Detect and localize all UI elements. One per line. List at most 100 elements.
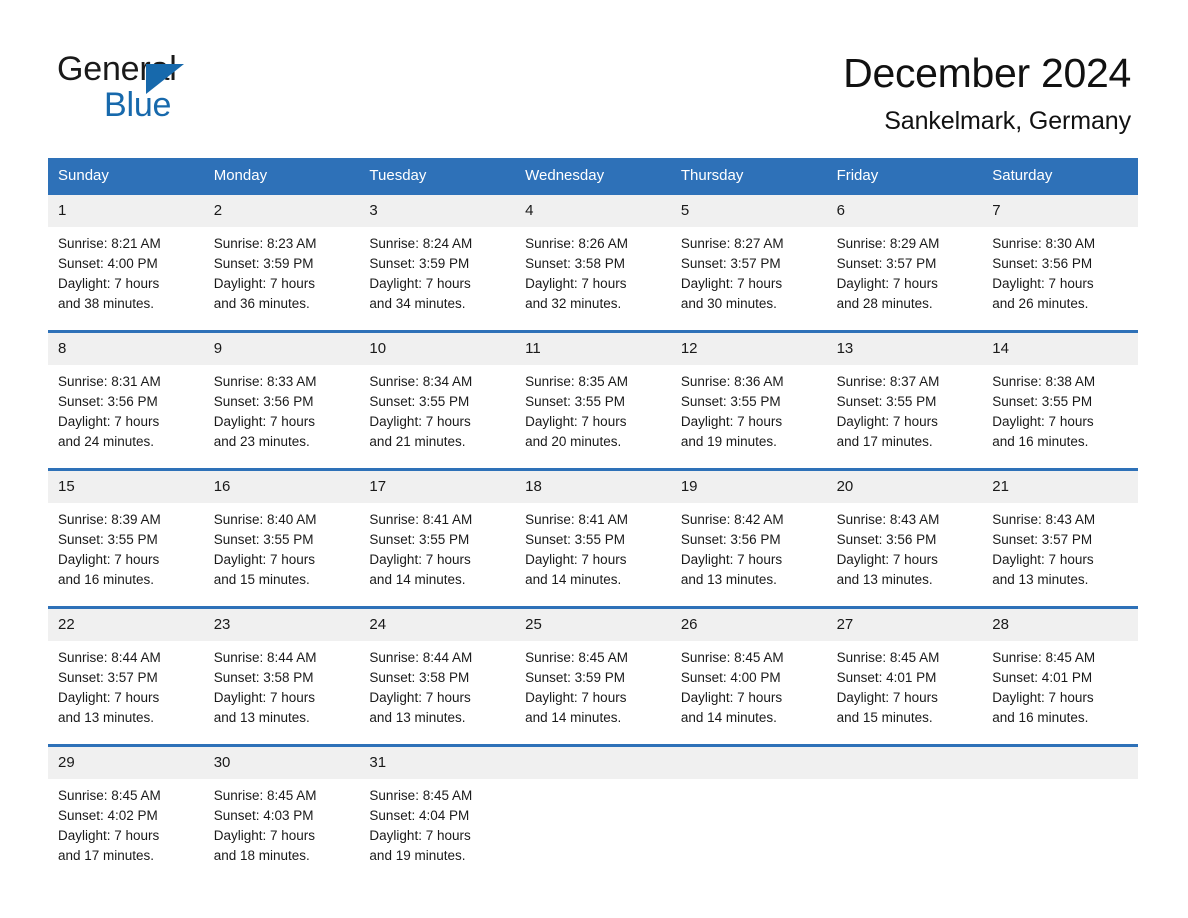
daylight-text-line1: Daylight: 7 hours bbox=[680, 690, 783, 705]
day-cell[interactable]: 18 Sunrise: 8:41 AM Sunset: 3:55 PM Dayligh… bbox=[515, 471, 671, 606]
day-cell[interactable]: 25 Sunrise: 8:45 AM Sunset: 3:59 PM Dayligh… bbox=[515, 609, 671, 744]
weekday-sunday: Sunday bbox=[58, 167, 109, 184]
daylight-text-line2: and 14 minutes. bbox=[525, 710, 622, 725]
day-info: Sunrise: 8:23 AM Sunset: 3:59 PM Daylight:… bbox=[204, 227, 360, 314]
day-info: Sunrise: 8:45 AM Sunset: 4:04 PM Daylight:… bbox=[359, 779, 515, 866]
day-number: 28 bbox=[982, 609, 1138, 641]
day-cell[interactable]: 4 Sunrise: 8:26 AM Sunset: 3:58 PM Daylight… bbox=[515, 195, 671, 330]
sunset-text: Sunset: 3:55 PM bbox=[213, 532, 314, 547]
day-cell[interactable]: 27 Sunrise: 8:45 AM Sunset: 4:01 PM Dayligh… bbox=[826, 609, 983, 744]
day-number: 23 bbox=[203, 609, 360, 641]
day-cell[interactable]: 29 Sunrise: 8:45 AM Sunset: 4:02 PM Dayligh… bbox=[48, 747, 204, 882]
daylight-text-line1: Daylight: 7 hours bbox=[58, 414, 160, 429]
daylight-text-line1: Daylight: 7 hours bbox=[836, 552, 938, 567]
day-cell[interactable]: 6 Sunrise: 8:29 AM Sunset: 3:57 PM Daylight… bbox=[826, 195, 983, 330]
day-info: Sunrise: 8:40 AM Sunset: 3:55 PM Daylight:… bbox=[204, 503, 360, 590]
day-number: 2 bbox=[203, 195, 360, 227]
sunset-text: Sunset: 3:59 PM bbox=[213, 256, 314, 271]
day-info: Sunrise: 8:37 AM Sunset: 3:55 PM Daylight:… bbox=[827, 365, 983, 452]
day-number: 20 bbox=[826, 471, 983, 503]
day-number: 3 bbox=[359, 195, 516, 227]
daylight-text-line2: and 20 minutes. bbox=[525, 434, 622, 449]
daylight-text-line2: and 13 minutes. bbox=[58, 710, 155, 725]
day-info: Sunrise: 8:45 AM Sunset: 4:01 PM Daylight:… bbox=[982, 641, 1138, 728]
sunrise-text: Sunrise: 8:38 AM bbox=[992, 374, 1096, 389]
day-cell-empty bbox=[515, 747, 671, 882]
sunrise-text: Sunrise: 8:39 AM bbox=[58, 512, 161, 527]
daylight-text-line1: Daylight: 7 hours bbox=[369, 552, 471, 567]
daylight-text-line1: Daylight: 7 hours bbox=[680, 276, 783, 291]
sunrise-text: Sunrise: 8:31 AM bbox=[58, 374, 161, 389]
day-cell[interactable]: 16 Sunrise: 8:40 AM Sunset: 3:55 PM Dayligh… bbox=[203, 471, 360, 606]
day-info: Sunrise: 8:42 AM Sunset: 3:56 PM Daylight:… bbox=[671, 503, 827, 590]
day-cell[interactable]: 9 Sunrise: 8:33 AM Sunset: 3:56 PM Daylight… bbox=[203, 333, 360, 468]
daylight-text-line1: Daylight: 7 hours bbox=[680, 552, 783, 567]
day-cell[interactable]: 7 Sunrise: 8:30 AM Sunset: 3:56 PM Daylight… bbox=[982, 195, 1138, 330]
sunrise-text: Sunrise: 8:44 AM bbox=[369, 650, 473, 665]
day-cell[interactable]: 23 Sunrise: 8:44 AM Sunset: 3:58 PM Dayligh… bbox=[203, 609, 360, 744]
day-cell[interactable]: 5 Sunrise: 8:27 AM Sunset: 3:57 PM Daylight… bbox=[670, 195, 827, 330]
daylight-text-line1: Daylight: 7 hours bbox=[369, 276, 471, 291]
day-cell[interactable]: 3 Sunrise: 8:24 AM Sunset: 3:59 PM Daylight… bbox=[359, 195, 516, 330]
sunrise-text: Sunrise: 8:27 AM bbox=[680, 236, 784, 251]
day-number: 5 bbox=[670, 195, 827, 227]
daylight-text-line2: and 34 minutes. bbox=[369, 296, 466, 311]
sunrise-text: Sunrise: 8:41 AM bbox=[525, 512, 628, 527]
day-cell[interactable]: 10 Sunrise: 8:34 AM Sunset: 3:55 PM Dayligh… bbox=[359, 333, 516, 468]
sunrise-text: Sunrise: 8:45 AM bbox=[680, 650, 784, 665]
day-cell[interactable]: 15 Sunrise: 8:39 AM Sunset: 3:55 PM Dayligh… bbox=[48, 471, 204, 606]
day-cell[interactable]: 26 Sunrise: 8:45 AM Sunset: 4:00 PM Dayligh… bbox=[670, 609, 827, 744]
day-info: Sunrise: 8:30 AM Sunset: 3:56 PM Daylight:… bbox=[982, 227, 1138, 314]
sunrise-text: Sunrise: 8:29 AM bbox=[836, 236, 940, 251]
daylight-text-line2: and 19 minutes. bbox=[369, 848, 466, 863]
day-number: 10 bbox=[359, 333, 516, 365]
day-cell[interactable]: 31 Sunrise: 8:45 AM Sunset: 4:04 PM Dayligh… bbox=[359, 747, 516, 882]
day-info: Sunrise: 8:41 AM Sunset: 3:55 PM Daylight:… bbox=[359, 503, 515, 590]
day-cell[interactable]: 13 Sunrise: 8:37 AM Sunset: 3:55 PM Dayligh… bbox=[826, 333, 983, 468]
daylight-text-line2: and 28 minutes. bbox=[836, 296, 933, 311]
daylight-text-line1: Daylight: 7 hours bbox=[213, 552, 316, 567]
sunrise-text: Sunrise: 8:35 AM bbox=[525, 374, 628, 389]
day-cell[interactable]: 1 Sunrise: 8:21 AM Sunset: 4:00 PM Daylight… bbox=[48, 195, 204, 330]
day-info: Sunrise: 8:45 AM Sunset: 4:01 PM Daylight:… bbox=[827, 641, 983, 728]
day-cell[interactable]: 11 Sunrise: 8:35 AM Sunset: 3:55 PM Dayligh… bbox=[515, 333, 671, 468]
weekday-saturday: Saturday bbox=[992, 167, 1053, 184]
sunrise-text: Sunrise: 8:26 AM bbox=[525, 236, 628, 251]
daylight-text-line2: and 16 minutes. bbox=[992, 710, 1089, 725]
sunrise-text: Sunrise: 8:45 AM bbox=[369, 788, 473, 803]
day-cell-empty bbox=[982, 747, 1138, 882]
day-number: 12 bbox=[670, 333, 827, 365]
day-info: Sunrise: 8:44 AM Sunset: 3:58 PM Daylight:… bbox=[204, 641, 360, 728]
day-cell[interactable]: 22 Sunrise: 8:44 AM Sunset: 3:57 PM Dayligh… bbox=[48, 609, 204, 744]
week-row: 1 Sunrise: 8:21 AM Sunset: 4:00 PM Daylight… bbox=[48, 195, 1138, 330]
day-cell[interactable]: 14 Sunrise: 8:38 AM Sunset: 3:55 PM Dayligh… bbox=[982, 333, 1138, 468]
day-info bbox=[982, 779, 1138, 786]
day-cell[interactable]: 12 Sunrise: 8:36 AM Sunset: 3:55 PM Dayligh… bbox=[670, 333, 827, 468]
generalblue-logo[interactable]: General Blue bbox=[57, 50, 287, 124]
daylight-text-line2: and 16 minutes. bbox=[992, 434, 1089, 449]
day-cell[interactable]: 20 Sunrise: 8:43 AM Sunset: 3:56 PM Dayligh… bbox=[826, 471, 983, 606]
day-number: 8 bbox=[48, 333, 204, 365]
day-info: Sunrise: 8:44 AM Sunset: 3:57 PM Daylight:… bbox=[48, 641, 204, 728]
day-cell[interactable]: 2 Sunrise: 8:23 AM Sunset: 3:59 PM Daylight… bbox=[203, 195, 360, 330]
day-info: Sunrise: 8:38 AM Sunset: 3:55 PM Daylight:… bbox=[982, 365, 1138, 452]
day-number: 1 bbox=[48, 195, 204, 227]
daylight-text-line1: Daylight: 7 hours bbox=[58, 690, 160, 705]
sunset-text: Sunset: 3:55 PM bbox=[369, 532, 470, 547]
day-cell[interactable]: 21 Sunrise: 8:43 AM Sunset: 3:57 PM Dayligh… bbox=[982, 471, 1138, 606]
daylight-text-line2: and 13 minutes. bbox=[992, 572, 1089, 587]
sunset-text: Sunset: 3:55 PM bbox=[369, 394, 470, 409]
day-number: 19 bbox=[670, 471, 827, 503]
sunset-text: Sunset: 3:55 PM bbox=[836, 394, 937, 409]
day-info: Sunrise: 8:31 AM Sunset: 3:56 PM Daylight:… bbox=[48, 365, 204, 452]
day-cell[interactable]: 17 Sunrise: 8:41 AM Sunset: 3:55 PM Dayligh… bbox=[359, 471, 516, 606]
day-cell[interactable]: 28 Sunrise: 8:45 AM Sunset: 4:01 PM Dayligh… bbox=[982, 609, 1138, 744]
day-cell[interactable]: 19 Sunrise: 8:42 AM Sunset: 3:56 PM Dayligh… bbox=[670, 471, 827, 606]
daylight-text-line2: and 17 minutes. bbox=[58, 848, 155, 863]
day-number: 4 bbox=[515, 195, 671, 227]
day-cell[interactable]: 24 Sunrise: 8:44 AM Sunset: 3:58 PM Dayligh… bbox=[359, 609, 516, 744]
daylight-text-line2: and 26 minutes. bbox=[992, 296, 1089, 311]
day-cell[interactable]: 30 Sunrise: 8:45 AM Sunset: 4:03 PM Dayligh… bbox=[203, 747, 360, 882]
sunset-text: Sunset: 3:59 PM bbox=[525, 670, 625, 685]
day-cell[interactable]: 8 Sunrise: 8:31 AM Sunset: 3:56 PM Daylight… bbox=[48, 333, 204, 468]
